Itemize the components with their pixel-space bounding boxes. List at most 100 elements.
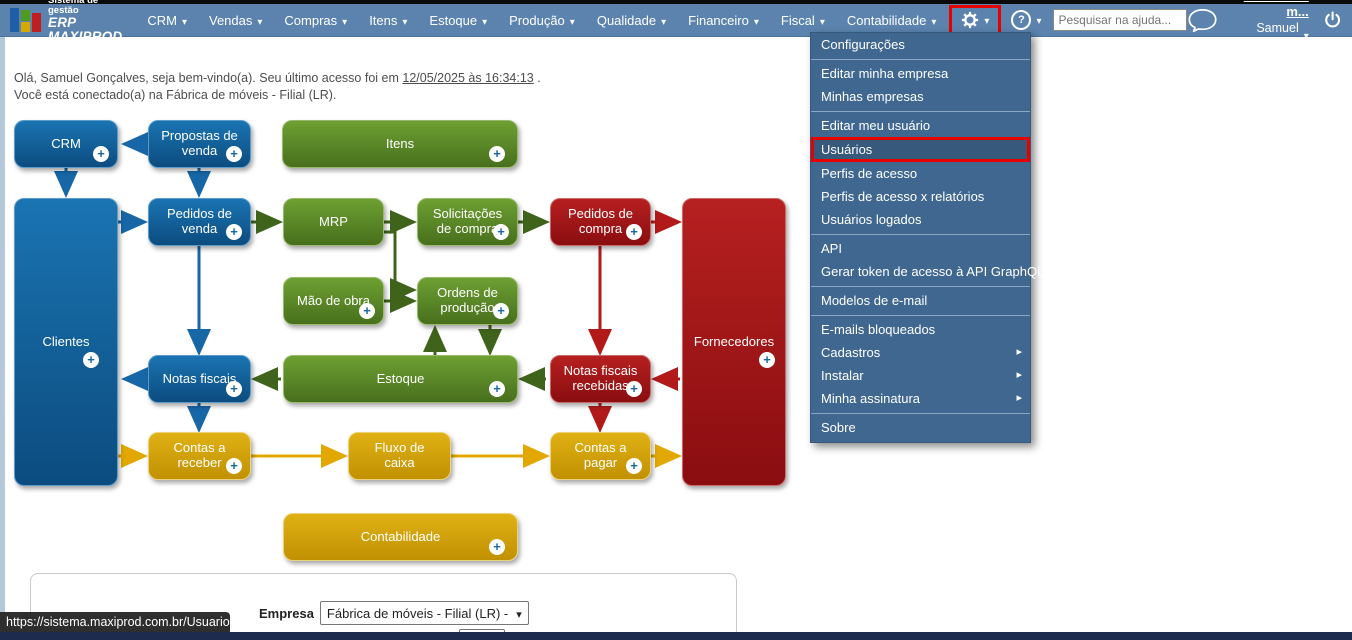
- company-link[interactable]: Fábrica de m...: [1233, 0, 1309, 21]
- empresa-row: Empresa Fábrica de móveis - Filial (LR) …: [259, 601, 529, 625]
- menu-compras[interactable]: Compras: [273, 4, 358, 36]
- node-itens[interactable]: Itens: [282, 120, 518, 168]
- node-fornecedores[interactable]: Fornecedores: [682, 198, 786, 486]
- menu-item-editar-meu-usuario[interactable]: Editar meu usuário: [811, 111, 1030, 137]
- logo-bar-green: [21, 10, 30, 21]
- add-icon[interactable]: [626, 224, 642, 240]
- app-logo[interactable]: Sistema de gestão ERP MAXIPROD: [10, 0, 122, 44]
- menu-label: Contabilidade: [846, 12, 927, 28]
- menu-label: Qualidade: [596, 12, 657, 28]
- logo-tagline: Sistema de gestão: [48, 0, 99, 16]
- node-contas-a-receber[interactable]: Contas a receber: [148, 432, 251, 480]
- help-button[interactable]: [1007, 10, 1045, 30]
- menu-item-cadastros[interactable]: Cadastros: [811, 341, 1030, 364]
- add-icon[interactable]: [226, 381, 242, 397]
- menu-itens[interactable]: Itens: [358, 4, 418, 36]
- menu-item-usuarios-logados[interactable]: Usuários logados: [811, 208, 1030, 231]
- add-icon[interactable]: [626, 458, 642, 474]
- menu-item-minha-assinatura[interactable]: Minha assinatura: [811, 387, 1030, 410]
- logo-text: Sistema de gestão ERP MAXIPROD: [48, 0, 122, 44]
- add-icon[interactable]: [93, 146, 109, 162]
- help-search-input[interactable]: [1053, 9, 1188, 31]
- add-icon[interactable]: [759, 352, 775, 368]
- user-menu[interactable]: Samuel Gonça...: [1233, 21, 1309, 52]
- menu-vendas[interactable]: Vendas: [198, 4, 273, 36]
- node-label: Itens: [385, 135, 415, 151]
- node-crm[interactable]: CRM: [14, 120, 118, 168]
- node-fluxo-de-caixa[interactable]: Fluxo de caixa: [348, 432, 451, 480]
- menu-label: Financeiro: [688, 12, 749, 28]
- logo-brand: ERP MAXIPROD: [48, 14, 123, 44]
- welcome-text: Olá, Samuel Gonçalves, seja bem-vindo(a)…: [14, 70, 541, 104]
- chevron-down-icon: [749, 13, 759, 28]
- node-pedidos-de-venda[interactable]: Pedidos de venda: [148, 198, 251, 246]
- add-icon[interactable]: [359, 303, 375, 319]
- node-notas-fiscais[interactable]: Notas fiscais: [148, 355, 251, 403]
- chevron-down-icon: [1299, 28, 1309, 44]
- add-icon[interactable]: [493, 303, 509, 319]
- flowchart-arrows: [54, 132, 682, 468]
- node-propostas-de-venda[interactable]: Propostas de venda: [148, 120, 251, 168]
- menu-item-usuarios[interactable]: Usuários: [811, 137, 1030, 162]
- menu-item-gerar-token-api-graphql[interactable]: Gerar token de acesso à API GraphQL: [811, 260, 1044, 283]
- node-estoque[interactable]: Estoque: [283, 355, 518, 403]
- add-icon[interactable]: [489, 146, 505, 162]
- menu-producao[interactable]: Produção: [498, 4, 586, 36]
- menu-item-api[interactable]: API: [811, 234, 1030, 260]
- module-flowchart: CRM Propostas de venda Itens Clientes Pe…: [0, 110, 800, 570]
- menu-item-perfis-de-acesso[interactable]: Perfis de acesso: [811, 162, 1030, 185]
- menu-item-editar-minha-empresa[interactable]: Editar minha empresa: [811, 59, 1030, 85]
- node-contabilidade[interactable]: Contabilidade: [283, 513, 518, 561]
- help-icon: [1011, 10, 1032, 30]
- node-mrp[interactable]: MRP: [283, 198, 384, 246]
- settings-gear-button[interactable]: [957, 11, 993, 29]
- add-icon[interactable]: [626, 381, 642, 397]
- node-ordens-de-producao[interactable]: Ordens de produção: [417, 277, 518, 325]
- user-block: Fábrica de m... Samuel Gonça...: [1233, 0, 1309, 52]
- node-mao-de-obra[interactable]: Mão de obra: [283, 277, 384, 325]
- menu-crm[interactable]: CRM: [136, 4, 198, 36]
- chat-bubble-icon[interactable]: [1187, 3, 1218, 37]
- add-icon[interactable]: [226, 458, 242, 474]
- status-url-tooltip: https://sistema.maxiprod.com.br/Usuario: [0, 612, 230, 632]
- menu-label: Produção: [509, 12, 565, 28]
- node-label: Estoque: [376, 370, 425, 386]
- chevron-down-icon: [177, 13, 187, 28]
- menu-item-sobre[interactable]: Sobre: [811, 413, 1030, 439]
- welcome-line2: Você está conectado(a) na Fábrica de móv…: [14, 88, 337, 102]
- power-icon[interactable]: [1323, 7, 1342, 33]
- node-solicitacoes-de-compra[interactable]: Solicitações de compra: [417, 198, 518, 246]
- menu-item-modelos-de-email[interactable]: Modelos de e-mail: [811, 286, 1030, 312]
- menu-item-minhas-empresas[interactable]: Minhas empresas: [811, 85, 1030, 108]
- left-edge-strip: [0, 37, 5, 632]
- menu-item-instalar[interactable]: Instalar: [811, 364, 1030, 387]
- menu-financeiro[interactable]: Financeiro: [677, 4, 770, 36]
- last-access-link[interactable]: 12/05/2025 às 16:34:13: [402, 71, 533, 85]
- node-contas-a-pagar[interactable]: Contas a pagar: [550, 432, 651, 480]
- gear-icon: [962, 11, 979, 29]
- empresa-select[interactable]: Fábrica de móveis - Filial (LR) -: [319, 601, 529, 625]
- add-icon[interactable]: [493, 224, 509, 240]
- add-icon[interactable]: [226, 224, 242, 240]
- menu-estoque[interactable]: Estoque: [418, 4, 498, 36]
- welcome-prefix: Olá, Samuel Gonçalves, seja bem-vindo(a)…: [14, 71, 403, 85]
- menu-item-configuracoes[interactable]: Configurações: [811, 33, 1030, 56]
- menu-item-emails-bloqueados[interactable]: E-mails bloqueados: [811, 315, 1030, 341]
- menu-label: Vendas: [209, 12, 253, 28]
- menu-qualidade[interactable]: Qualidade: [586, 4, 677, 36]
- node-clientes[interactable]: Clientes: [14, 198, 118, 486]
- node-pedidos-de-compra[interactable]: Pedidos de compra: [550, 198, 651, 246]
- node-label: CRM: [51, 135, 81, 151]
- menu-item-perfis-de-acesso-x-relatorios[interactable]: Perfis de acesso x relatórios: [811, 185, 1030, 208]
- chevron-down-icon: [656, 13, 666, 28]
- chevron-down-icon: [979, 11, 989, 29]
- menu-label: Estoque: [429, 12, 478, 28]
- add-icon[interactable]: [489, 381, 505, 397]
- add-icon[interactable]: [489, 539, 505, 555]
- node-notas-fiscais-recebidas[interactable]: Notas fiscais recebidas: [550, 355, 651, 403]
- add-icon[interactable]: [83, 352, 99, 368]
- add-icon[interactable]: [226, 146, 242, 162]
- chevron-down-icon: [508, 606, 522, 621]
- chevron-down-icon: [337, 13, 347, 28]
- topbar-right: Fábrica de m... Samuel Gonça...: [1187, 0, 1342, 52]
